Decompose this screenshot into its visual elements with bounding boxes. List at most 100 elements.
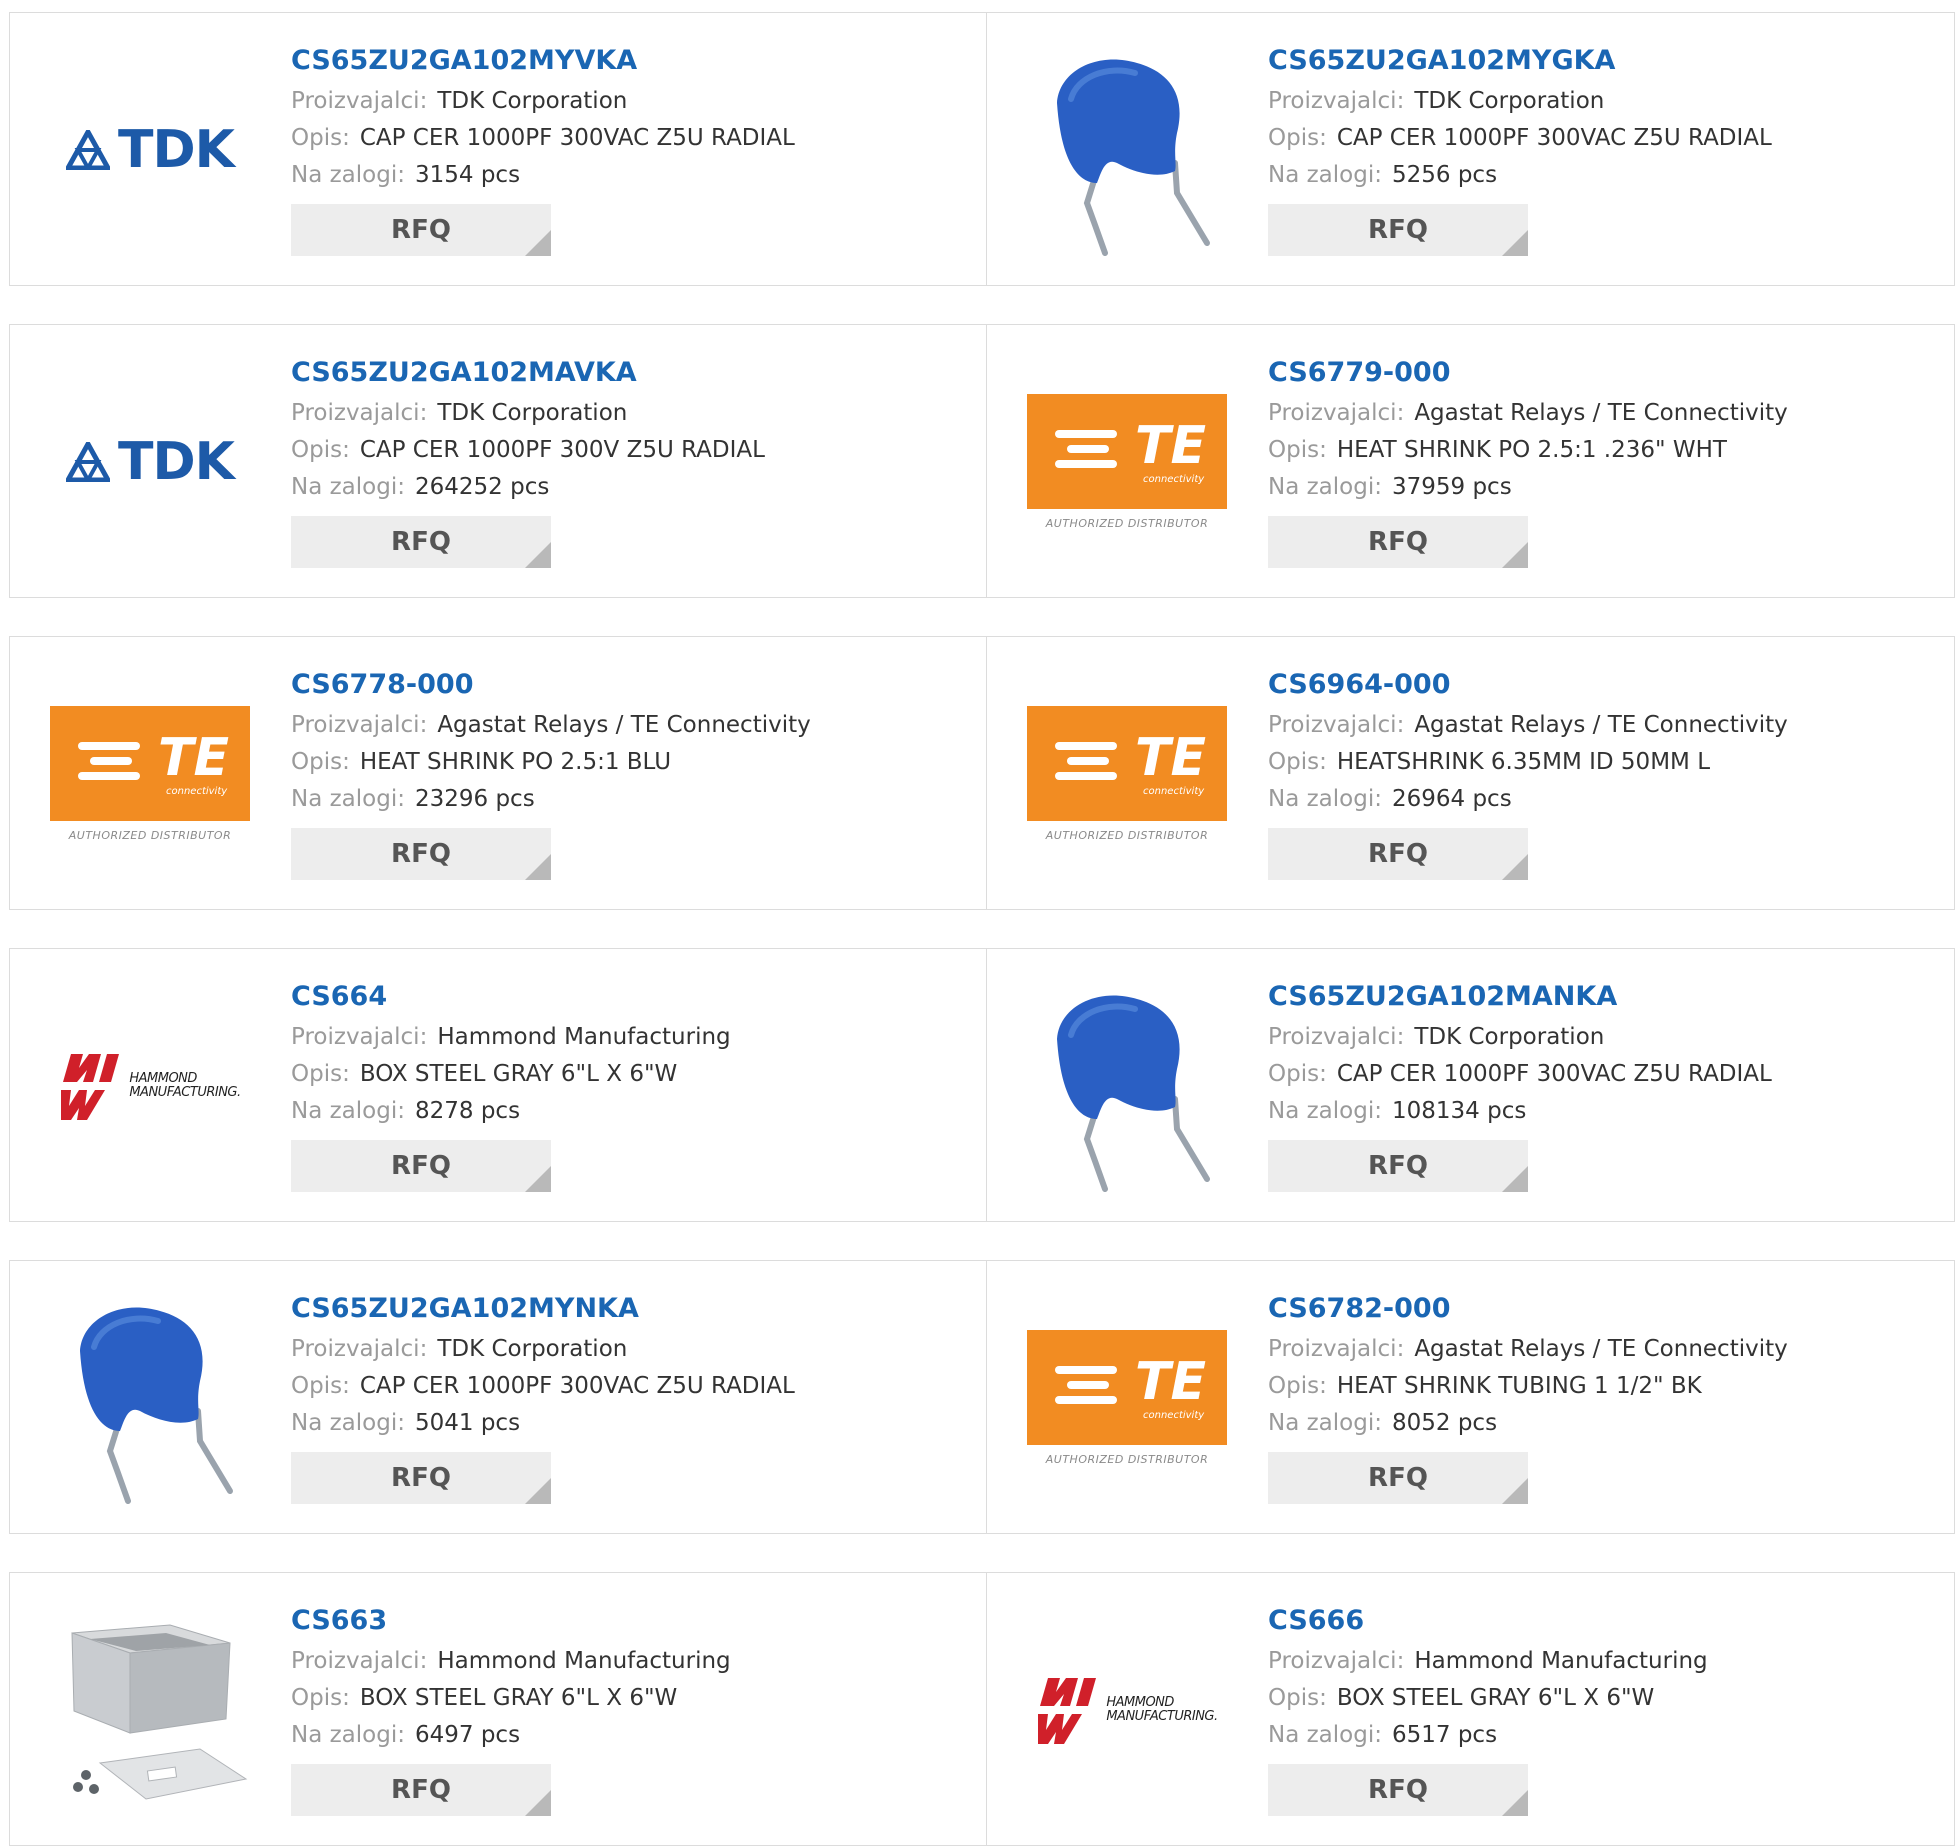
rfq-button[interactable]: RFQ bbox=[1268, 1764, 1528, 1816]
product-card: TDK CS65ZU2GA102MAVKA Proizvajalci: TDK C… bbox=[9, 324, 987, 598]
product-thumbnail[interactable] bbox=[1027, 43, 1227, 257]
stock-value: 26964 pcs bbox=[1391, 786, 1512, 812]
description-value: BOX STEEL GRAY 6"L X 6"W bbox=[359, 1061, 678, 1087]
rfq-button[interactable]: RFQ bbox=[291, 1764, 551, 1816]
part-number-link[interactable]: CS666 bbox=[1268, 1603, 1708, 1643]
product-card: CS663 Proizvajalci: Hammond Manufacturing… bbox=[9, 1572, 987, 1846]
manufacturer-label: Proizvajalci: bbox=[1268, 1024, 1405, 1050]
product-thumbnail[interactable] bbox=[50, 1291, 250, 1505]
part-number-link[interactable]: CS6782-000 bbox=[1268, 1291, 1788, 1331]
manufacturer-label: Proizvajalci: bbox=[1268, 1648, 1405, 1674]
stock-row: Na zalogi: 37959 pcs bbox=[1268, 469, 1788, 506]
product-thumbnail[interactable]: TE connectivity AUTHORIZED DISTRIBUTOR bbox=[50, 667, 250, 881]
tdk-emblem-icon bbox=[66, 130, 111, 170]
description-row: Opis: CAP CER 1000PF 300VAC Z5U RADIAL bbox=[291, 120, 795, 157]
manufacturer-label: Proizvajalci: bbox=[291, 1024, 428, 1050]
description-value: HEATSHRINK 6.35MM ID 50MM L bbox=[1336, 749, 1711, 775]
corner-triangle-icon bbox=[1502, 1166, 1528, 1192]
rfq-button[interactable]: RFQ bbox=[291, 828, 551, 880]
product-thumbnail[interactable] bbox=[50, 1603, 250, 1817]
product-card: HAMMOND MANUFACTURING. CS666 Proizvajalci… bbox=[986, 1572, 1955, 1846]
description-value: CAP CER 1000PF 300VAC Z5U RADIAL bbox=[359, 125, 795, 151]
stock-value: 108134 pcs bbox=[1391, 1098, 1527, 1124]
rfq-button[interactable]: RFQ bbox=[1268, 204, 1528, 256]
product-row: HAMMOND MANUFACTURING. CS664 Proizvajalci… bbox=[9, 948, 1955, 1222]
stock-row: Na zalogi: 5256 pcs bbox=[1268, 157, 1772, 194]
product-info: CS666 Proizvajalci: Hammond Manufacturing… bbox=[1268, 1603, 1708, 1816]
description-label: Opis: bbox=[1268, 1685, 1327, 1711]
manufacturer-value: Agastat Relays / TE Connectivity bbox=[437, 712, 811, 738]
rfq-button-label: RFQ bbox=[1368, 1151, 1428, 1181]
part-number-link[interactable]: CS6779-000 bbox=[1268, 355, 1788, 395]
manufacturer-row: Proizvajalci: TDK Corporation bbox=[291, 83, 795, 120]
rfq-button-label: RFQ bbox=[1368, 215, 1428, 245]
product-thumbnail[interactable]: TE connectivity AUTHORIZED DISTRIBUTOR bbox=[1027, 667, 1227, 881]
manufacturer-row: Proizvajalci: Agastat Relays / TE Connect… bbox=[1268, 707, 1788, 744]
part-number-link[interactable]: CS65ZU2GA102MYNKA bbox=[291, 1291, 795, 1331]
manufacturer-value: TDK Corporation bbox=[1414, 1024, 1605, 1050]
product-thumbnail[interactable]: TE connectivity AUTHORIZED DISTRIBUTOR bbox=[1027, 355, 1227, 569]
stock-label: Na zalogi: bbox=[1268, 474, 1382, 500]
manufacturer-value: TDK Corporation bbox=[1414, 88, 1605, 114]
part-number-link[interactable]: CS6964-000 bbox=[1268, 667, 1788, 707]
rfq-button[interactable]: RFQ bbox=[291, 204, 551, 256]
product-thumbnail[interactable]: HAMMOND MANUFACTURING. bbox=[1027, 1603, 1227, 1817]
product-info: CS6782-000 Proizvajalci: Agastat Relays /… bbox=[1268, 1291, 1788, 1504]
rfq-button[interactable]: RFQ bbox=[1268, 1140, 1528, 1192]
product-thumbnail[interactable] bbox=[1027, 979, 1227, 1193]
rfq-button[interactable]: RFQ bbox=[1268, 516, 1528, 568]
description-row: Opis: CAP CER 1000PF 300VAC Z5U RADIAL bbox=[1268, 1056, 1772, 1093]
product-info: CS663 Proizvajalci: Hammond Manufacturing… bbox=[291, 1603, 731, 1816]
part-number-link[interactable]: CS65ZU2GA102MAVKA bbox=[291, 355, 765, 395]
part-number-link[interactable]: CS664 bbox=[291, 979, 731, 1019]
description-label: Opis: bbox=[1268, 1373, 1327, 1399]
part-number-link[interactable]: CS6778-000 bbox=[291, 667, 811, 707]
description-label: Opis: bbox=[1268, 749, 1327, 775]
rfq-button-label: RFQ bbox=[1368, 1775, 1428, 1805]
rfq-button[interactable]: RFQ bbox=[1268, 828, 1528, 880]
product-info: CS65ZU2GA102MYNKA Proizvajalci: TDK Corpo… bbox=[291, 1291, 795, 1504]
rfq-button-label: RFQ bbox=[1368, 839, 1428, 869]
part-number-link[interactable]: CS65ZU2GA102MYGKA bbox=[1268, 43, 1772, 83]
stock-label: Na zalogi: bbox=[1268, 1722, 1382, 1748]
manufacturer-row: Proizvajalci: Hammond Manufacturing bbox=[291, 1019, 731, 1056]
manufacturer-value: TDK Corporation bbox=[437, 88, 628, 114]
part-number-link[interactable]: CS663 bbox=[291, 1603, 731, 1643]
product-card: CS65ZU2GA102MYNKA Proizvajalci: TDK Corpo… bbox=[9, 1260, 987, 1534]
part-number-link[interactable]: CS65ZU2GA102MYVKA bbox=[291, 43, 795, 83]
rfq-button[interactable]: RFQ bbox=[291, 1452, 551, 1504]
corner-triangle-icon bbox=[1502, 854, 1528, 880]
product-thumbnail[interactable]: TDK bbox=[50, 355, 250, 569]
product-card: TE connectivity AUTHORIZED DISTRIBUTOR C… bbox=[9, 636, 987, 910]
product-card: CS65ZU2GA102MYGKA Proizvajalci: TDK Corpo… bbox=[986, 12, 1955, 286]
rfq-button-label: RFQ bbox=[391, 1775, 451, 1805]
rfq-button[interactable]: RFQ bbox=[291, 1140, 551, 1192]
stock-label: Na zalogi: bbox=[1268, 1410, 1382, 1436]
stock-row: Na zalogi: 108134 pcs bbox=[1268, 1093, 1772, 1130]
stock-row: Na zalogi: 8052 pcs bbox=[1268, 1405, 1788, 1442]
stock-row: Na zalogi: 8278 pcs bbox=[291, 1093, 731, 1130]
stock-value: 37959 pcs bbox=[1391, 474, 1512, 500]
rfq-button[interactable]: RFQ bbox=[1268, 1452, 1528, 1504]
description-label: Opis: bbox=[291, 1685, 350, 1711]
capacitor-image bbox=[1057, 59, 1210, 256]
rfq-button-label: RFQ bbox=[1368, 527, 1428, 557]
stock-label: Na zalogi: bbox=[291, 1098, 405, 1124]
corner-triangle-icon bbox=[1502, 230, 1528, 256]
rfq-button-label: RFQ bbox=[391, 839, 451, 869]
steel-box-image bbox=[71, 1624, 248, 1800]
manufacturer-label: Proizvajalci: bbox=[291, 712, 428, 738]
rfq-button[interactable]: RFQ bbox=[291, 516, 551, 568]
description-label: Opis: bbox=[291, 437, 350, 463]
part-number-link[interactable]: CS65ZU2GA102MANKA bbox=[1268, 979, 1772, 1019]
hammond-emblem-icon bbox=[61, 1054, 120, 1120]
product-thumbnail[interactable]: TE connectivity AUTHORIZED DISTRIBUTOR bbox=[1027, 1291, 1227, 1505]
description-row: Opis: CAP CER 1000PF 300VAC Z5U RADIAL bbox=[1268, 120, 1772, 157]
rfq-button-label: RFQ bbox=[391, 527, 451, 557]
corner-triangle-icon bbox=[525, 854, 551, 880]
product-thumbnail[interactable]: TDK bbox=[50, 43, 250, 257]
description-label: Opis: bbox=[291, 1373, 350, 1399]
description-label: Opis: bbox=[291, 1061, 350, 1087]
description-label: Opis: bbox=[291, 749, 350, 775]
product-thumbnail[interactable]: HAMMOND MANUFACTURING. bbox=[50, 979, 250, 1193]
